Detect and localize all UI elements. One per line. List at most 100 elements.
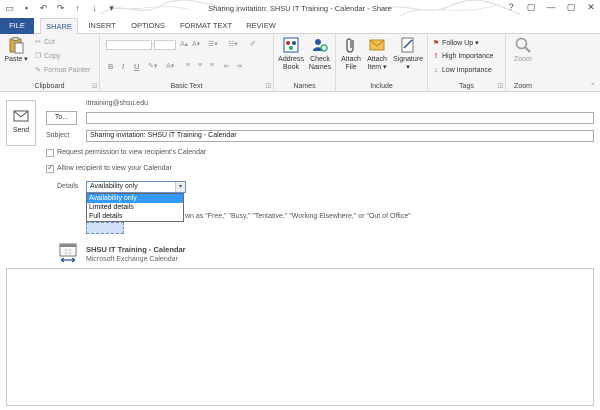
details-label: Details bbox=[57, 183, 79, 190]
font-color-icon[interactable]: A▾ bbox=[166, 62, 174, 70]
group-include: Attach File Attach Item ▾ Signature ▾ Inclu… bbox=[336, 34, 428, 92]
group-label: Include bbox=[370, 83, 393, 90]
address-book-button[interactable]: Address Book bbox=[278, 36, 304, 72]
paste-dropdown-icon: ▾ bbox=[24, 56, 28, 63]
increase-indent-icon[interactable]: ⇥ bbox=[236, 62, 242, 70]
group-names: Address Book Check Names Names bbox=[274, 34, 336, 92]
paste-icon bbox=[9, 37, 24, 54]
grow-font-icon[interactable]: A▴ bbox=[180, 40, 188, 48]
paperclip-icon bbox=[346, 38, 354, 53]
group-label: Names bbox=[293, 83, 316, 90]
help-icon[interactable]: ? bbox=[506, 2, 516, 13]
address-book-icon bbox=[283, 37, 299, 53]
bold-button[interactable]: B bbox=[108, 62, 113, 71]
close-icon[interactable]: ✕ bbox=[586, 2, 596, 13]
maximize-icon[interactable]: ▢ bbox=[566, 2, 576, 13]
group-label: Tags bbox=[459, 83, 474, 90]
scissors-icon: ✂ bbox=[35, 39, 41, 46]
attach-item-button[interactable]: Attach Item ▾ bbox=[365, 36, 389, 72]
group-zoom: Zoom Zoom bbox=[506, 34, 540, 92]
copy-icon: ❐ bbox=[34, 53, 42, 60]
align-left-icon[interactable]: ≡ bbox=[186, 62, 190, 69]
signature-icon bbox=[401, 37, 414, 53]
allow-view-checkbox[interactable] bbox=[46, 163, 54, 173]
tab-share[interactable]: SHARE bbox=[40, 18, 78, 35]
font-size-combo[interactable] bbox=[154, 40, 176, 50]
shrink-font-icon[interactable]: A▾ bbox=[192, 40, 200, 48]
minimize-icon[interactable]: — bbox=[546, 2, 556, 13]
ribbon-options-icon[interactable]: ▢ bbox=[526, 2, 536, 13]
bullets-icon[interactable]: ☰▾ bbox=[208, 40, 218, 48]
exclamation-icon: ! bbox=[434, 53, 438, 60]
paste-button[interactable]: Paste ▾ bbox=[4, 36, 28, 64]
details-selected-value: Availability only bbox=[90, 183, 138, 190]
follow-up-button[interactable]: ⚑ Follow Up ▾ bbox=[432, 39, 479, 47]
group-label: Zoom bbox=[514, 83, 532, 90]
details-option-full[interactable]: Full details bbox=[87, 212, 183, 221]
to-button[interactable]: To... bbox=[46, 111, 77, 125]
decrease-indent-icon[interactable]: ⇤ bbox=[224, 62, 230, 70]
check-names-button[interactable]: Check Names bbox=[306, 36, 334, 72]
signature-button[interactable]: Signature ▾ bbox=[391, 36, 425, 72]
magnifier-icon bbox=[515, 37, 531, 53]
italic-button[interactable]: I bbox=[122, 62, 124, 71]
details-option-availability[interactable]: Availability only bbox=[87, 194, 183, 203]
group-label: Clipboard bbox=[34, 83, 65, 90]
details-description: wn as "Free," "Busy," "Tentative," "Work… bbox=[185, 213, 411, 220]
ribbon-tabs: FILE SHARE INSERT OPTIONS FORMAT TEXT RE… bbox=[0, 18, 600, 35]
from-address: ittraining@shsu.edu bbox=[86, 100, 148, 107]
format-painter-button[interactable]: ✎ Format Painter bbox=[34, 66, 90, 74]
align-right-icon[interactable]: ≡ bbox=[210, 62, 214, 69]
details-dropdown-list: Availability only Limited details Full d… bbox=[86, 193, 184, 222]
chevron-down-icon[interactable]: ▾ bbox=[175, 182, 185, 192]
group-basic-text: A▴ A▾ ☰▾ ☷▾ ✐ B I U ✎▾ A▾ ≡ ≡ ≡ ⇤ ⇥ Basi… bbox=[100, 34, 274, 92]
to-field[interactable] bbox=[86, 112, 594, 124]
request-permission-checkbox[interactable] bbox=[46, 149, 54, 157]
send-button[interactable]: Send bbox=[6, 100, 36, 146]
tab-format-text[interactable]: FORMAT TEXT bbox=[176, 18, 236, 34]
numbering-icon[interactable]: ☷▾ bbox=[228, 40, 238, 48]
tab-file[interactable]: FILE bbox=[0, 18, 34, 34]
collapse-ribbon-icon[interactable]: ⌃ bbox=[590, 82, 596, 90]
send-icon bbox=[13, 110, 29, 122]
envelope-icon bbox=[369, 39, 385, 51]
shared-calendar-icon bbox=[59, 243, 77, 263]
subject-field[interactable]: Sharing invitation: SHSU IT Training - C… bbox=[86, 130, 594, 142]
dialog-launcher-icon[interactable]: ◲ bbox=[497, 82, 503, 89]
clear-formatting-icon[interactable]: ✐ bbox=[250, 40, 256, 48]
calendar-type: Microsoft Exchange Calendar bbox=[86, 256, 178, 263]
brush-icon: ✎ bbox=[35, 67, 41, 74]
highlight-icon[interactable]: ✎▾ bbox=[148, 62, 157, 70]
high-importance-button[interactable]: ! High Importance bbox=[432, 53, 494, 60]
tab-review[interactable]: REVIEW bbox=[242, 18, 280, 34]
dialog-launcher-icon[interactable]: ◲ bbox=[91, 82, 97, 89]
title-bar: ▭ ▪ ↶ ↷ ↑ ↓ ▾ Sharing invitation: SHSU I… bbox=[0, 0, 600, 18]
window-controls: ? ▢ — ▢ ✕ bbox=[506, 2, 596, 13]
subject-label: Subject bbox=[46, 132, 70, 139]
font-name-combo[interactable] bbox=[106, 40, 152, 50]
details-select[interactable]: Availability only ▾ bbox=[86, 181, 186, 193]
calendar-name: SHSU IT Training - Calendar bbox=[86, 245, 186, 254]
dialog-launcher-icon[interactable]: ◲ bbox=[265, 82, 271, 89]
ribbon: Paste ▾ ✂ Cut ❐ Copy ✎ Format Painter Clipb… bbox=[0, 34, 600, 92]
copy-button[interactable]: ❐ Copy bbox=[34, 52, 60, 60]
tab-options[interactable]: OPTIONS bbox=[126, 18, 170, 34]
attach-file-button[interactable]: Attach File bbox=[339, 36, 363, 72]
group-tags: ⚑ Follow Up ▾ ! High Importance ↓ Low Impor… bbox=[428, 34, 506, 92]
cut-button[interactable]: ✂ Cut bbox=[34, 38, 55, 46]
zoom-button[interactable]: Zoom bbox=[509, 36, 537, 64]
message-body[interactable] bbox=[6, 268, 594, 406]
check-names-icon bbox=[313, 39, 328, 52]
group-label: Basic Text bbox=[170, 83, 203, 90]
align-center-icon[interactable]: ≡ bbox=[198, 62, 202, 69]
details-option-limited[interactable]: Limited details bbox=[87, 203, 183, 212]
request-permission-label: Request permission to view recipient's C… bbox=[57, 149, 207, 156]
down-arrow-icon: ↓ bbox=[434, 67, 438, 74]
low-importance-button[interactable]: ↓ Low Importance bbox=[432, 67, 492, 74]
allow-view-label: Allow recipient to view your Calendar bbox=[57, 165, 172, 172]
underline-button[interactable]: U bbox=[134, 62, 139, 71]
flag-icon: ⚑ bbox=[432, 40, 440, 47]
group-clipboard: Paste ▾ ✂ Cut ❐ Copy ✎ Format Painter Clipb… bbox=[0, 34, 100, 92]
details-hint-box bbox=[86, 222, 124, 234]
tab-insert[interactable]: INSERT bbox=[82, 18, 122, 34]
